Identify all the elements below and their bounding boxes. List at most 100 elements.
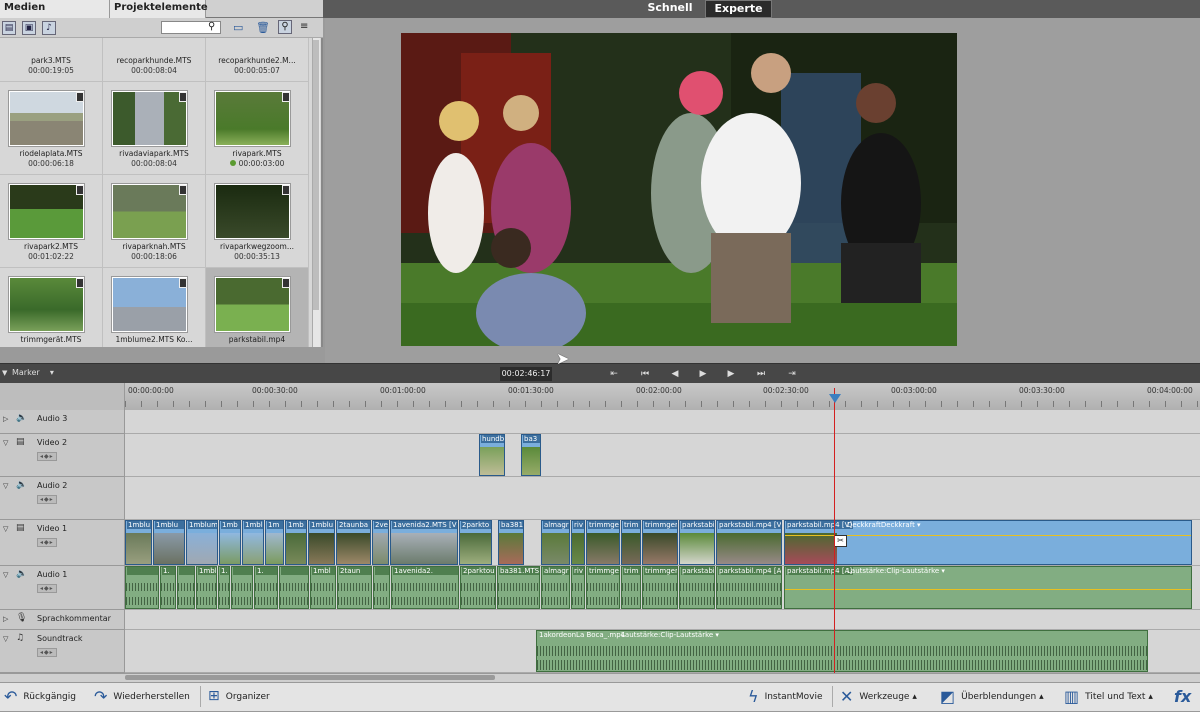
collapse-triangle-icon[interactable]: ▷ xyxy=(3,615,8,623)
keyframe-controls[interactable]: ◂◆▸ xyxy=(37,584,57,593)
video-filter-icon[interactable]: ▤ xyxy=(2,21,16,35)
asset-item-selected[interactable]: parkstabil.mp4 xyxy=(206,268,309,347)
video-clip[interactable]: trimmger xyxy=(642,520,678,565)
video-clip[interactable]: 1mb xyxy=(219,520,241,565)
asset-item[interactable]: rivapark.MTS 00:00:03:00 xyxy=(206,82,309,175)
video-clip[interactable]: almagr xyxy=(541,520,570,565)
audio-clip[interactable]: 1. xyxy=(160,566,176,609)
audio-clip[interactable]: trimmger xyxy=(586,566,620,609)
audio-clip[interactable] xyxy=(279,566,309,609)
video-clip[interactable]: 1mb xyxy=(285,520,307,565)
video-clip[interactable]: ba3 xyxy=(521,434,541,476)
asset-item[interactable]: recoparkhunde.MTS 00:00:08:04 xyxy=(103,38,206,82)
video-clip[interactable]: 2parkto xyxy=(459,520,492,565)
asset-item[interactable]: riodelaplata.MTS 00:00:06:18 xyxy=(0,82,103,175)
audio-clip[interactable]: ba381.MTS [A] xyxy=(497,566,540,609)
expand-triangle-icon[interactable]: ▽ xyxy=(3,525,8,533)
track-header-audio1[interactable]: ▽ 🔈 Audio 1 ◂◆▸ xyxy=(0,566,125,610)
step-forward-icon[interactable]: ▶ xyxy=(724,367,738,381)
track-narration[interactable] xyxy=(125,610,1200,630)
audio-filter-icon[interactable]: ♪ xyxy=(42,21,56,35)
collapse-triangle-icon[interactable]: ▷ xyxy=(3,415,8,423)
assets-scrollbar-thumb[interactable] xyxy=(313,40,319,310)
video-clip[interactable]: 1m xyxy=(265,520,284,565)
video-clip[interactable]: parkstabil.mp4 [V] xyxy=(716,520,782,565)
volume-fx-menu[interactable]: Lautstärke:Clip-Lautstärke ▾ xyxy=(847,567,945,575)
skip-back-icon[interactable]: ⏮ xyxy=(638,367,652,381)
track-video2[interactable]: hundb ba3 xyxy=(125,434,1200,477)
asset-item[interactable]: park3.MTS 00:00:19:05 xyxy=(0,38,103,82)
video-clip[interactable]: 1mblu xyxy=(153,520,185,565)
audio-clip[interactable]: 1avenida2. xyxy=(391,566,459,609)
audio-clip[interactable]: almagr xyxy=(541,566,570,609)
video-clip[interactable]: 1mblum xyxy=(186,520,218,565)
video-clip[interactable]: trimmger xyxy=(586,520,620,565)
instantmovie-button[interactable]: ϟ InstantMovie xyxy=(748,682,823,711)
asset-item[interactable]: rivaparknah.MTS 00:00:18:06 xyxy=(103,175,206,268)
effects-button[interactable]: fx xyxy=(1174,682,1191,711)
track-header-audio2[interactable]: ▽ 🔈 Audio 2 ◂◆▸ xyxy=(0,477,125,520)
organizer-button[interactable]: ⊞ Organizer xyxy=(208,682,270,711)
audio-clip-selected[interactable]: parkstabil.mp4 [A] Lautstärke:Clip-Lautst… xyxy=(784,566,1192,609)
track-header-narration[interactable]: ▷ 🎙 Sprachkommentar xyxy=(0,610,125,630)
video-clip[interactable]: 2ve xyxy=(372,520,389,565)
audio-clip[interactable]: parkstabil xyxy=(679,566,715,609)
time-ruler[interactable]: 00:00:00:00 00:00:30:00 00:01:00:00 00:0… xyxy=(0,383,1200,410)
add-media-menu[interactable]: Medien hinzufügen ▾ xyxy=(0,0,110,29)
audio-clip[interactable]: parkstabil.mp4 [A] xyxy=(716,566,782,609)
project-assets-menu[interactable]: Projektelemente ▾ xyxy=(110,0,208,29)
track-header-audio3[interactable]: ▷ 🔈 Audio 3 xyxy=(0,410,125,434)
audio-clip[interactable]: trim xyxy=(621,566,641,609)
keyframe-controls[interactable]: ◂◆▸ xyxy=(37,452,57,461)
keyframe-controls[interactable]: ◂◆▸ xyxy=(37,648,57,657)
redo-button[interactable]: ↷ Wiederherstellen xyxy=(94,682,190,711)
asset-item[interactable]: rivapark2.MTS 00:01:02:22 xyxy=(0,175,103,268)
video-clip[interactable]: 1mbl xyxy=(242,520,264,565)
audio-clip[interactable]: 2taun xyxy=(337,566,372,609)
video-clip[interactable]: riv xyxy=(571,520,585,565)
track-video1[interactable]: 1mblu 1mblu 1mblum 1mb 1mbl 1m 1mb 1mblu… xyxy=(125,520,1200,566)
audio-clip[interactable]: trimmger xyxy=(642,566,678,609)
undo-button[interactable]: ↶ Rückgängig xyxy=(4,682,76,711)
tools-button[interactable]: ✕ Werkzeuge ▴ xyxy=(840,682,917,711)
keyframe-controls[interactable]: ◂◆▸ xyxy=(37,495,57,504)
search-icon[interactable]: ⚲ xyxy=(208,21,215,32)
marker-menu[interactable]: Marker ▾ xyxy=(0,364,66,383)
asset-item[interactable]: trimmgerät.MTS xyxy=(0,268,103,347)
skip-forward-icon[interactable]: ⏭ xyxy=(754,367,768,381)
quick-mode-tab[interactable]: Schnell xyxy=(636,0,704,18)
track-audio3[interactable] xyxy=(125,410,1200,434)
step-back-icon[interactable]: ◀ xyxy=(668,367,682,381)
audio-clip[interactable]: 1mbl xyxy=(310,566,336,609)
opacity-fx-menu[interactable]: DeckkraftDeckkraft ▾ xyxy=(847,521,921,529)
asset-item[interactable]: 1mblume2.MTS Ko... xyxy=(103,268,206,347)
goto-out-icon[interactable]: ⇥ xyxy=(785,367,799,381)
audio-clip[interactable]: 1akordeonLa Boca_.mp4 Lautstärke:Clip-La… xyxy=(536,630,1148,672)
track-audio1[interactable]: 1. 1mbl 1. 1. 1mbl 2taun 1avenida2. 2par… xyxy=(125,566,1200,610)
video-preview[interactable] xyxy=(401,33,957,346)
track-header-video1[interactable]: ▽ ▤ Video 1 ◂◆▸ xyxy=(0,520,125,566)
video-clip[interactable]: 1mblu xyxy=(308,520,335,565)
expand-triangle-icon[interactable]: ▽ xyxy=(3,571,8,579)
panel-menu-icon[interactable]: ≡ xyxy=(300,21,308,32)
track-header-soundtrack[interactable]: ▽ ♫ Soundtrack ◂◆▸ xyxy=(0,630,125,673)
asset-item[interactable]: rivaparkwegzoom... 00:00:35:13 xyxy=(206,175,309,268)
audio-clip[interactable] xyxy=(125,566,159,609)
video-clip[interactable]: hundb xyxy=(479,434,505,476)
goto-in-icon[interactable]: ⇤ xyxy=(607,367,621,381)
pin-icon[interactable]: ⚲ xyxy=(278,20,292,34)
play-icon[interactable]: ▶ xyxy=(696,367,710,381)
track-audio2[interactable] xyxy=(125,477,1200,520)
playhead-handle[interactable] xyxy=(829,394,841,403)
track-header-video2[interactable]: ▽ ▤ Video 2 ◂◆▸ xyxy=(0,434,125,477)
audio-clip[interactable]: 1. xyxy=(218,566,230,609)
asset-item[interactable]: recoparkhunde2.M... 00:00:05:07 xyxy=(206,38,309,82)
image-filter-icon[interactable]: ▣ xyxy=(22,21,36,35)
track-soundtrack[interactable]: 1akordeonLa Boca_.mp4 Lautstärke:Clip-La… xyxy=(125,630,1200,673)
video-clip[interactable]: parkstabil xyxy=(679,520,715,565)
audio-clip[interactable] xyxy=(177,566,195,609)
playhead-line[interactable] xyxy=(834,388,835,673)
video-clip[interactable]: trim xyxy=(621,520,641,565)
expert-mode-tab[interactable]: Experte xyxy=(705,0,772,18)
video-clip[interactable]: 2taunba xyxy=(336,520,371,565)
